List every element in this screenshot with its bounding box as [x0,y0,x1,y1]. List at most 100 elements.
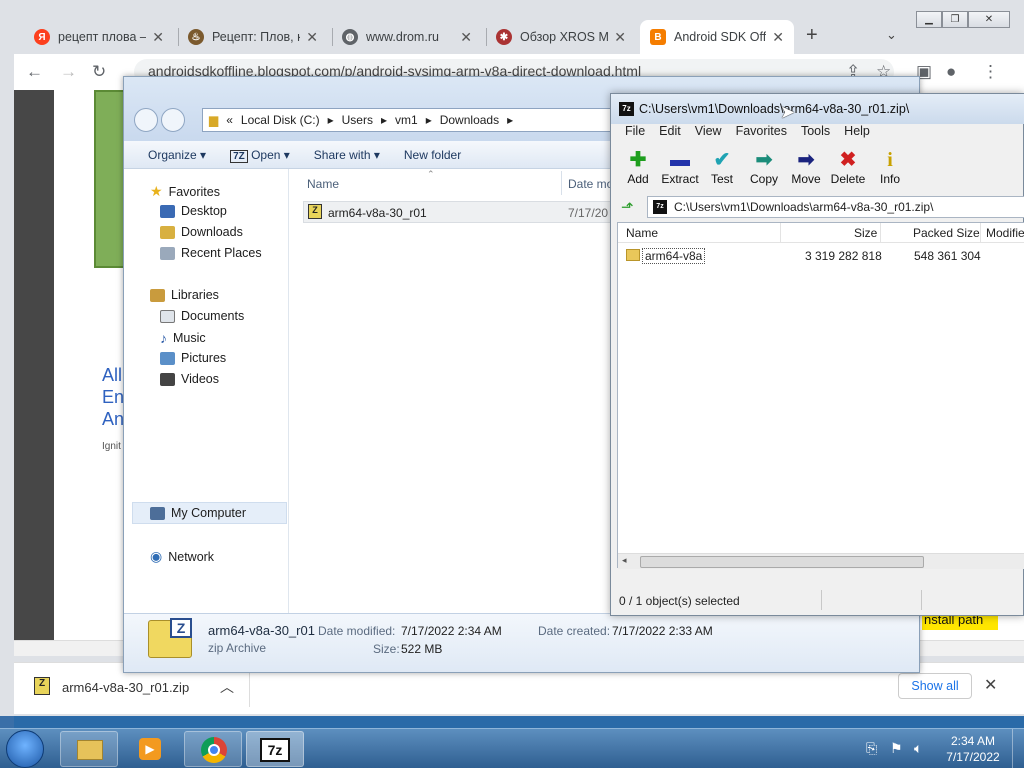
delete-button[interactable]: ✖ Delete [826,148,870,186]
taskbar-chrome[interactable] [184,731,242,767]
close-icon[interactable]: ✕ [152,29,164,46]
menu-tools[interactable]: Tools [801,124,830,144]
column-name[interactable]: Name [626,226,658,240]
horizontal-scrollbar[interactable]: ◂ [618,553,1024,569]
tab-3[interactable]: ✱ Обзор XROS MI ✕ [486,20,636,54]
forward-icon[interactable]: → [60,62,77,82]
crumb-downloads[interactable]: Downloads [440,113,499,127]
nav-network[interactable]: ◉ Network [150,548,214,565]
test-button[interactable]: ✔ Test [700,148,744,186]
path-field[interactable]: 7z C:\Users\vm1\Downloads\arm64-v8a-30_r… [647,196,1024,218]
crumb-users[interactable]: Users [342,113,373,127]
recent-places-icon [160,246,175,260]
info-button[interactable]: i Info [868,148,912,186]
tab-0[interactable]: Я рецепт плова — ✕ [24,20,174,54]
copy-button[interactable]: ➡ Copy [742,148,786,186]
detail-name: arm64-v8a-30_r01 [208,623,315,638]
column-divider[interactable] [780,223,781,243]
folder-up-icon[interactable]: ⬏ [621,198,634,216]
close-icon[interactable]: ✕ [984,675,997,695]
tab-strip: Я рецепт плова — ✕ ♨ Рецепт: Плов, к ✕ ◍… [14,0,1024,54]
nav-libraries[interactable]: Libraries [150,288,219,302]
nav-desktop[interactable]: Desktop [160,204,227,218]
menu-file[interactable]: File [625,124,645,144]
column-date[interactable]: Date mo [568,177,613,191]
chevron-up-icon[interactable]: ︿ [220,677,234,697]
download-filename[interactable]: arm64-v8a-30_r01.zip [62,680,189,695]
nav-downloads[interactable]: Downloads [160,225,243,239]
open-button[interactable]: 7Z Open ▾ [230,148,290,163]
table-row[interactable]: arm64-v8a 3 319 282 818 548 361 304 [618,246,1024,266]
nav-videos[interactable]: Videos [160,372,219,386]
maximize-button[interactable]: ❐ [942,11,968,28]
column-name[interactable]: Name [307,177,339,191]
table-row[interactable]: Z arm64-v8a-30_r01 7/17/20 [303,201,619,223]
tab-2[interactable]: ◍ www.drom.ru ✕ [332,20,482,54]
extract-button[interactable]: ▬ Extract [658,148,702,186]
crumb-vm1[interactable]: vm1 [395,113,418,127]
close-button[interactable]: ✕ [968,11,1010,28]
profile-icon[interactable]: ● [946,62,956,82]
column-size[interactable]: Size [854,226,877,240]
videos-icon [160,372,175,386]
test-icon: ✔ [713,149,731,171]
menu-favorites[interactable]: Favorites [736,124,787,144]
column-modified[interactable]: Modifie [986,226,1024,240]
nav-recent-places[interactable]: Recent Places [160,246,262,260]
tab-1[interactable]: ♨ Рецепт: Плов, к ✕ [178,20,328,54]
scroll-left-icon[interactable]: ◂ [622,555,627,566]
tray-flag-icon[interactable]: ⚑ [890,740,903,757]
back-icon[interactable]: ← [26,62,43,82]
scrollbar-thumb[interactable] [640,556,924,568]
nav-music[interactable]: ♪ Music [160,330,206,346]
taskbar-explorer[interactable] [60,731,118,767]
close-icon[interactable]: ✕ [306,29,318,46]
add-button[interactable]: ✚ Add [616,148,660,186]
menu-view[interactable]: View [695,124,722,144]
show-all-button[interactable]: Show all [898,673,972,699]
column-divider[interactable] [880,223,881,243]
tray-network-icon[interactable]: ⎘ [866,740,877,757]
mouse-cursor-icon: ➤ [780,102,796,122]
menu-help[interactable]: Help [844,124,870,144]
computer-icon [150,506,165,520]
details-pane: Z arm64-v8a-30_r01 zip Archive Date modi… [124,613,919,672]
start-button[interactable] [6,730,44,768]
forward-icon[interactable] [161,108,185,132]
tab-4[interactable]: B Android SDK Off ✕ [640,20,794,54]
close-icon[interactable]: ✕ [772,29,784,46]
column-divider[interactable] [561,171,562,195]
new-tab-icon[interactable]: + [806,24,818,47]
column-packed[interactable]: Packed Size [913,226,980,240]
menu-edit[interactable]: Edit [659,124,681,144]
page-dark-sidebar [14,90,54,640]
nav-pictures[interactable]: Pictures [160,351,226,365]
nav-my-computer[interactable]: My Computer [150,506,246,520]
tab-title: рецепт плова — [58,30,147,44]
clock[interactable]: 2:34 AM 7/17/2022 [940,733,1006,765]
minimize-button[interactable]: ▁ [916,11,942,28]
taskbar-7zip[interactable]: 7z [246,731,304,767]
close-icon[interactable]: ✕ [460,29,472,46]
nav-documents[interactable]: Documents [160,309,244,323]
move-button[interactable]: ➡ Move [784,148,828,186]
column-divider[interactable] [980,223,981,243]
star-icon: ★ [150,183,163,199]
tab-search-icon[interactable]: ⌄ [886,27,897,43]
back-icon[interactable] [134,108,158,132]
show-desktop-button[interactable] [1012,729,1024,768]
close-icon[interactable]: ✕ [614,29,626,46]
move-icon: ➡ [797,149,815,171]
menu-icon[interactable]: ⋮ [982,62,999,82]
reload-icon[interactable]: ↻ [92,62,106,82]
xros-icon: ✱ [496,29,512,45]
share-with-button[interactable]: Share with ▾ [314,148,380,162]
tab-title: Рецепт: Плов, к [212,30,301,44]
new-folder-button[interactable]: New folder [404,148,461,162]
taskbar-media-player[interactable]: ▶ [120,731,178,767]
organize-button[interactable]: Organize ▾ [148,148,206,162]
tray-volume-icon[interactable]: 🔈︎ [914,740,922,757]
folder-icon [626,249,640,261]
crumb-local-disk[interactable]: Local Disk (C:) [241,113,320,127]
nav-favorites[interactable]: ★ Favorites [150,183,220,200]
